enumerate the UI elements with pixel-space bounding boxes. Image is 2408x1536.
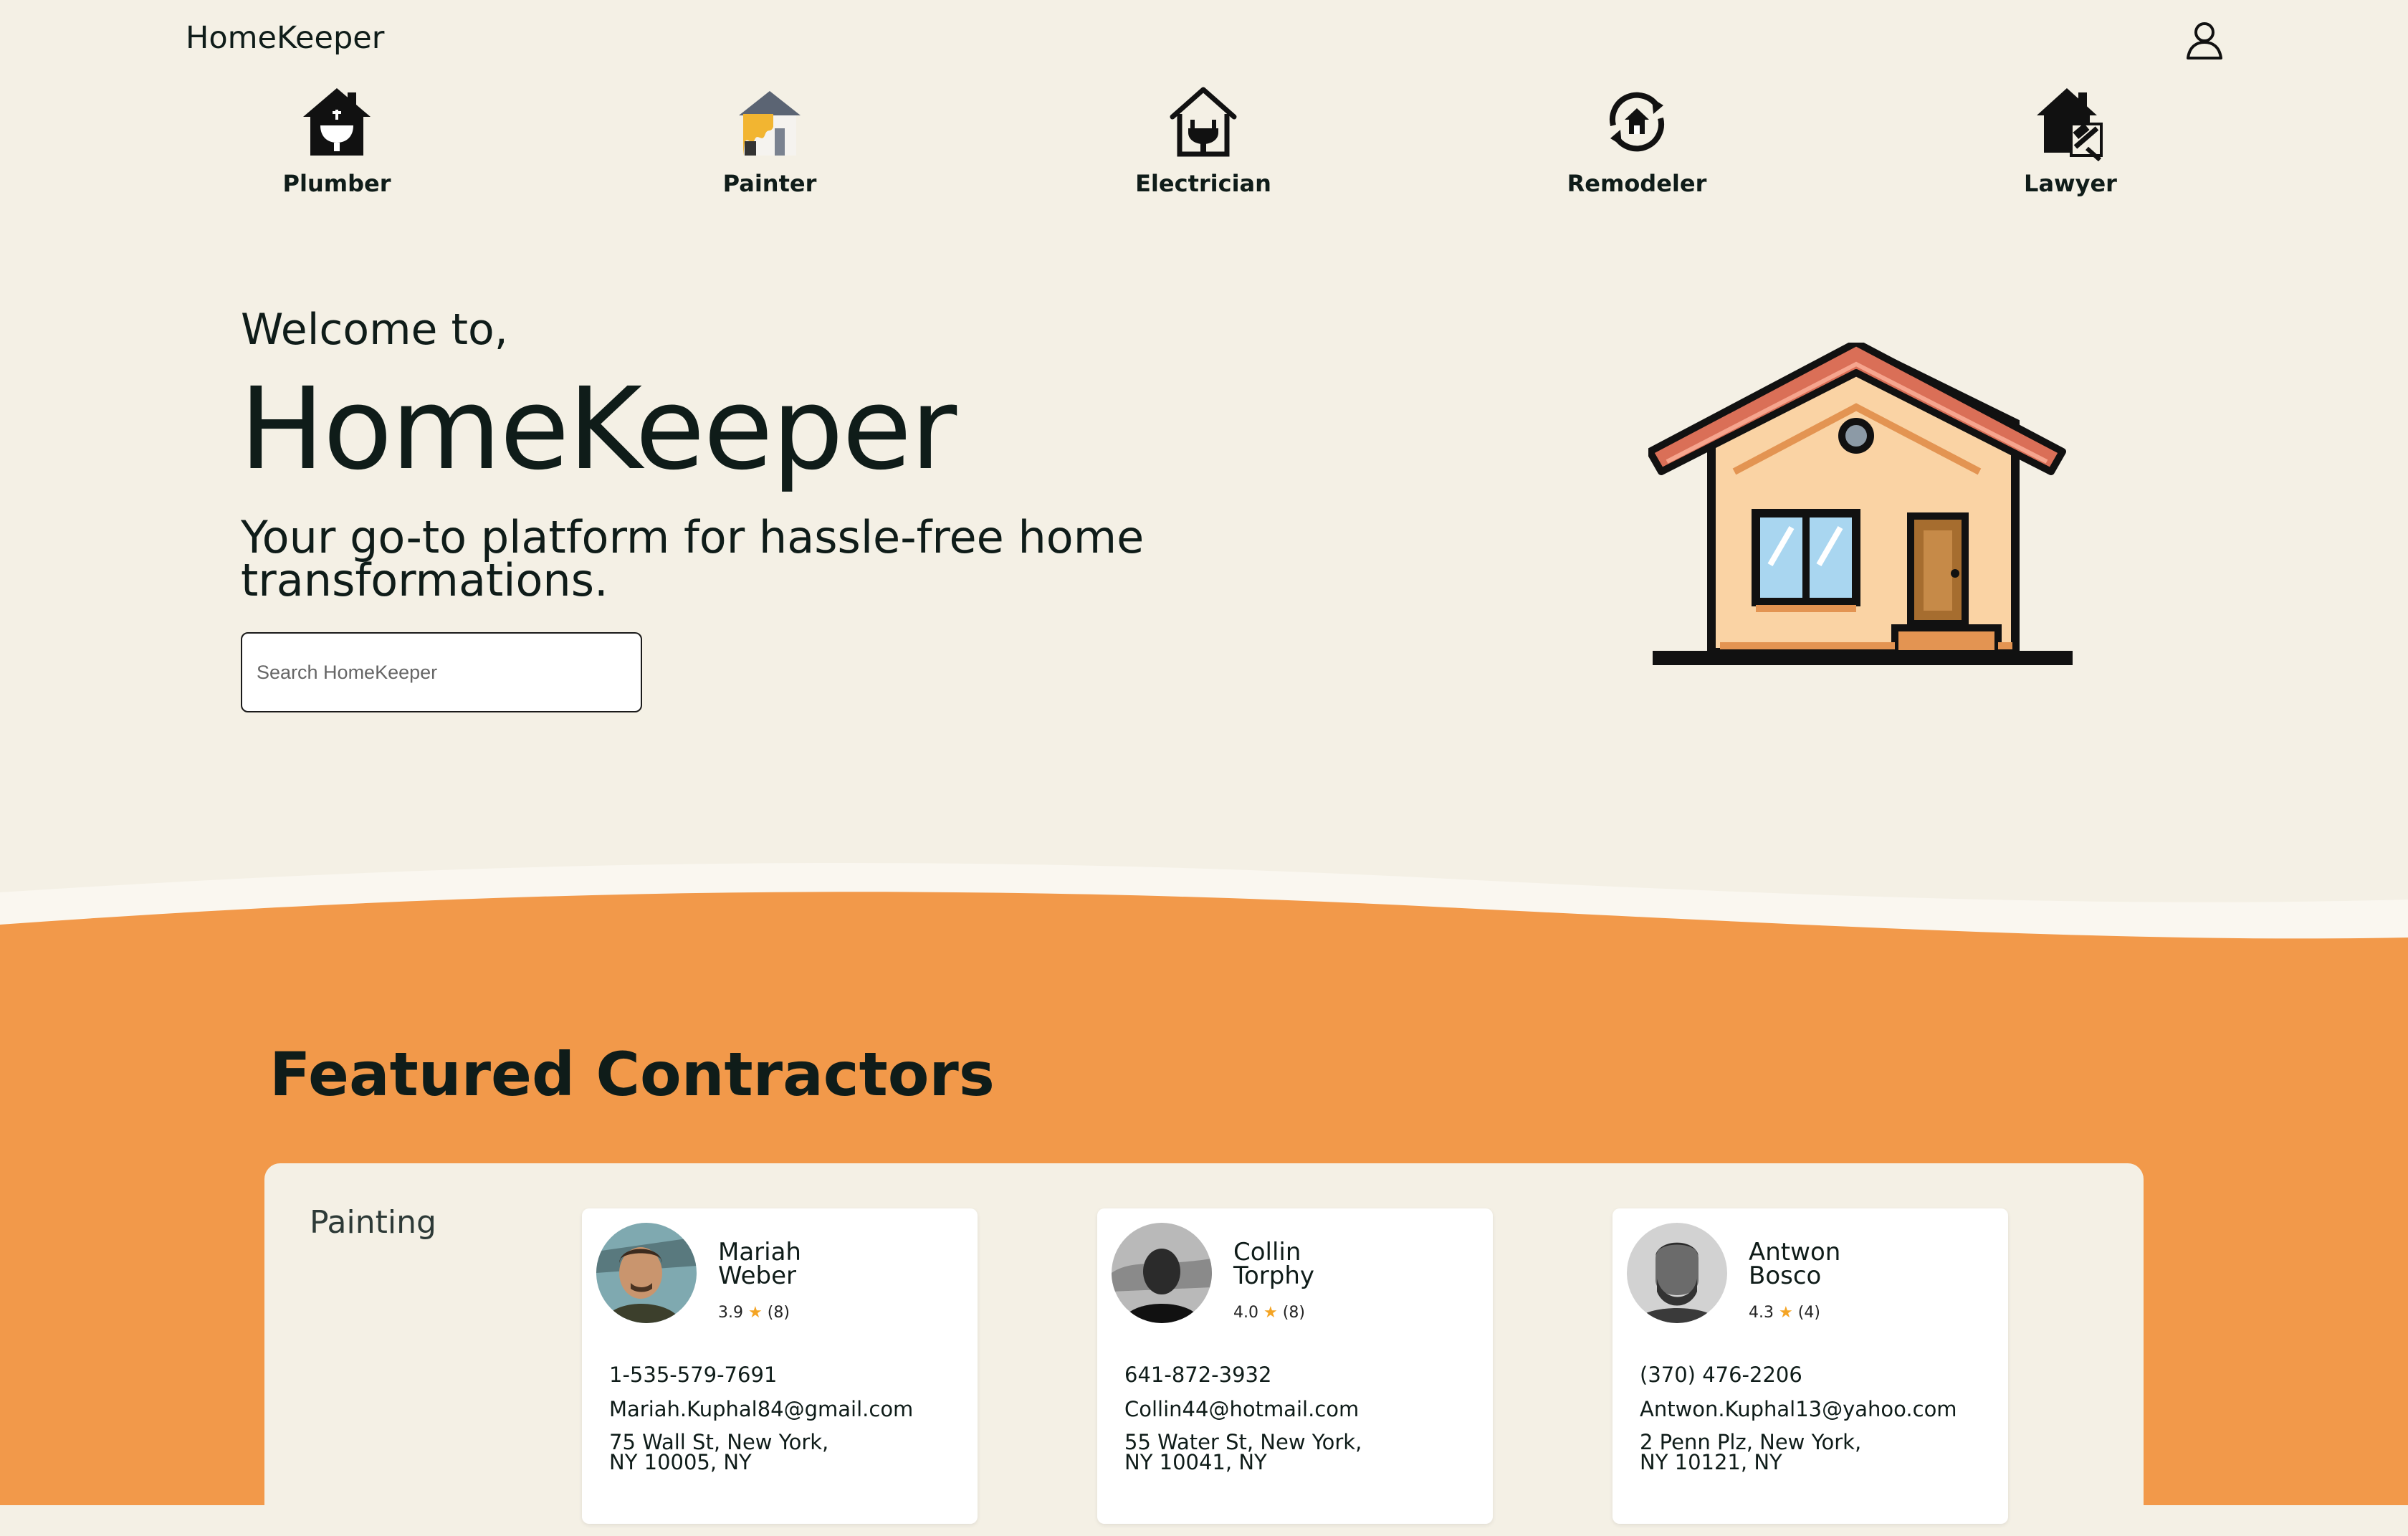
contractor-card[interactable]: Antwon Bosco 4.3 ★ (4) (370) 476-2206 An… — [1612, 1208, 2008, 1524]
electrician-house-plug-icon — [1170, 87, 1237, 157]
user-icon — [2187, 22, 2222, 59]
search-input[interactable] — [241, 632, 642, 712]
brand-logo[interactable]: HomeKeeper — [186, 20, 384, 56]
avatar — [1627, 1223, 1727, 1323]
contractor-address: 55 Water St, New York, NY 10041, NY — [1124, 1430, 1362, 1474]
house-illustration — [1648, 343, 2073, 665]
remodeler-refresh-house-icon — [1609, 92, 1665, 152]
contractor-name: Collin Torphy — [1233, 1238, 1315, 1290]
category-remodeler[interactable]: Remodeler — [1529, 82, 1744, 197]
contractor-name: Mariah Weber — [718, 1238, 801, 1290]
featured-contractors-heading: Featured Contractors — [269, 1039, 995, 1110]
star-icon: ★ — [1263, 1304, 1278, 1322]
contractor-email[interactable]: Collin44@hotmail.com — [1124, 1397, 1359, 1421]
hero-tagline: Your go-to platform for hassle-free home… — [241, 511, 1145, 606]
category-label: Painter — [722, 170, 817, 197]
contractor-name: Antwon Bosco — [1749, 1238, 1841, 1290]
contractor-phone[interactable]: 641-872-3932 — [1124, 1363, 1271, 1387]
category-plumber[interactable]: Plumber — [229, 82, 444, 197]
contractor-phone[interactable]: 1-535-579-7691 — [609, 1363, 777, 1387]
contractor-rating: 4.3 ★ (4) — [1749, 1304, 1820, 1322]
lawyer-house-gavel-icon — [2037, 88, 2103, 161]
contractor-address: 75 Wall St, New York, NY 10005, NY — [609, 1430, 829, 1474]
contractor-card[interactable]: Mariah Weber 3.9 ★ (8) 1-535-579-7691 Ma… — [582, 1208, 978, 1524]
star-icon: ★ — [748, 1304, 763, 1322]
avatar — [1112, 1223, 1212, 1323]
contractor-rating: 4.0 ★ (8) — [1233, 1304, 1305, 1322]
category-nav: Plumber Painter Electrician Remodeler La… — [0, 82, 2408, 204]
contractor-phone[interactable]: (370) 476-2206 — [1640, 1363, 1802, 1387]
contractor-card[interactable]: Collin Torphy 4.0 ★ (8) 641-872-3932 Col… — [1097, 1208, 1493, 1524]
contractor-email[interactable]: Mariah.Kuphal84@gmail.com — [609, 1397, 913, 1421]
category-lawyer[interactable]: Lawyer — [1963, 82, 2178, 197]
category-label: Lawyer — [2024, 170, 2117, 197]
category-label: Plumber — [282, 170, 391, 197]
category-painter[interactable]: Painter — [662, 82, 877, 197]
hero-title: HomeKeeper — [239, 363, 957, 495]
contractor-address: 2 Penn Plz, New York, NY 10121, NY — [1640, 1430, 1862, 1474]
welcome-text: Welcome to, — [241, 305, 508, 355]
plumber-house-sink-icon — [303, 88, 371, 156]
category-label: Remodeler — [1567, 170, 1707, 197]
category-electrician[interactable]: Electrician — [1096, 82, 1311, 197]
featured-category-label: Painting — [310, 1204, 436, 1241]
user-account-button[interactable] — [2184, 19, 2225, 61]
contractor-rating: 3.9 ★ (8) — [718, 1304, 790, 1322]
painter-house-icon — [739, 91, 801, 156]
star-icon: ★ — [1779, 1304, 1793, 1322]
contractor-email[interactable]: Antwon.Kuphal13@yahoo.com — [1640, 1397, 1957, 1421]
avatar — [596, 1223, 697, 1323]
category-label: Electrician — [1135, 170, 1271, 197]
